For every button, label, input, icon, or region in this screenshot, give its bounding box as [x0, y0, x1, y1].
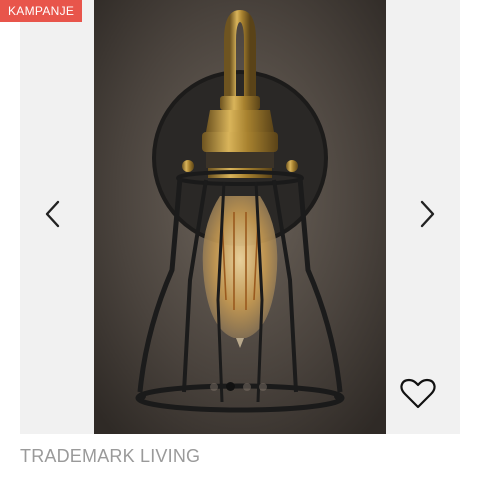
previous-image-button[interactable] [34, 196, 70, 232]
product-brand[interactable]: TRADEMARK LIVING [20, 446, 200, 467]
product-image-gallery[interactable] [20, 0, 460, 434]
carousel-pagination [210, 382, 267, 391]
product-photo [94, 0, 386, 434]
carousel-dot[interactable] [243, 382, 251, 391]
carousel-dot[interactable] [259, 382, 267, 391]
heart-icon [400, 378, 436, 409]
chevron-right-icon [420, 200, 435, 228]
wishlist-button[interactable] [398, 374, 438, 414]
chevron-left-icon [45, 200, 60, 228]
campaign-badge: KAMPANJE [0, 0, 83, 22]
carousel-dot[interactable] [210, 382, 218, 391]
next-image-button[interactable] [410, 196, 446, 232]
carousel-dot-active[interactable] [226, 382, 235, 391]
